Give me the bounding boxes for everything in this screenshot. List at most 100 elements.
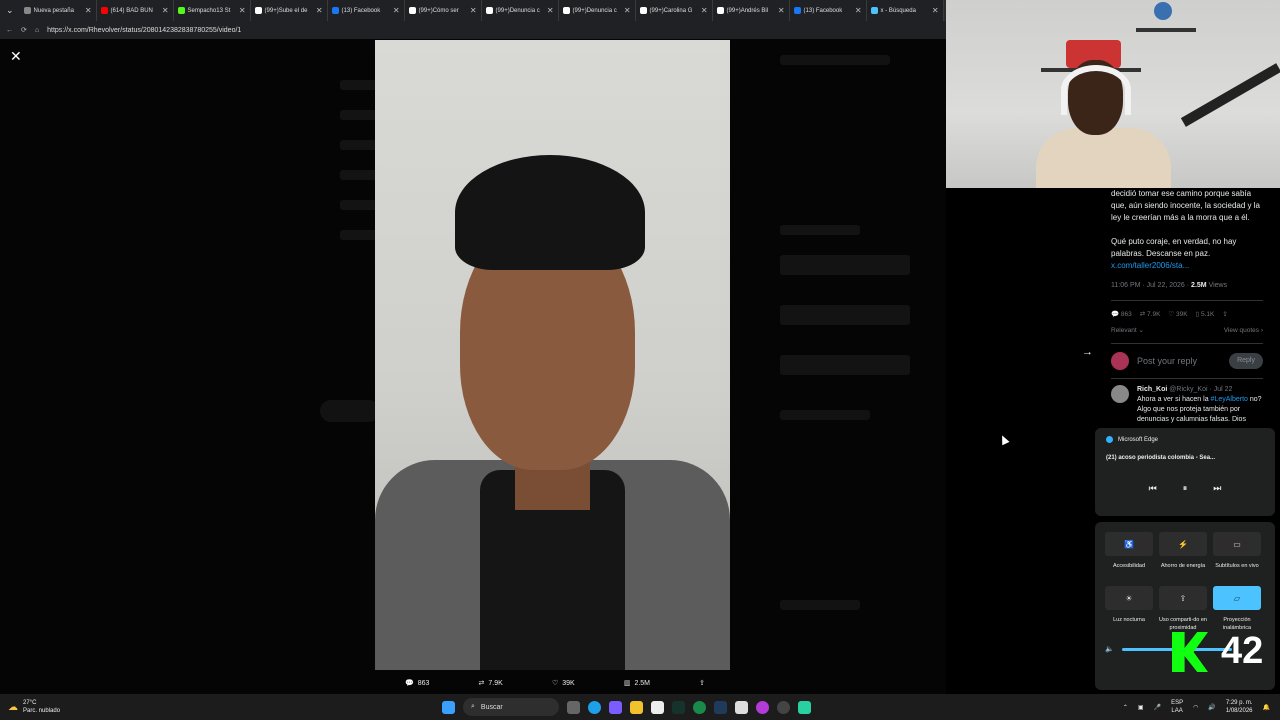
file-explorer-icon[interactable] <box>630 700 643 714</box>
reload-icon[interactable]: ⟳ <box>21 26 27 34</box>
quick-tile-captions[interactable]: ▭ <box>1213 532 1261 556</box>
quick-tile-energy-saver[interactable]: ⚡ <box>1159 532 1207 556</box>
quick-tile-accessibility[interactable]: ♿ <box>1105 532 1153 556</box>
quick-tile-label: Luz nocturna <box>1113 617 1145 623</box>
tab-label: Nueva pestaña <box>33 7 74 14</box>
tray-chevron-icon[interactable]: ⌃ <box>1123 704 1128 711</box>
tab-favicon-icon <box>254 7 262 14</box>
reply-hashtag[interactable]: #LeyAlberto <box>1211 396 1248 403</box>
browser-tab[interactable]: (99+)Denuncia c ✕ <box>559 0 636 21</box>
tab-label: (13) Facebook <box>803 7 843 14</box>
copilot-icon[interactable] <box>609 700 622 714</box>
windows-start-icon[interactable] <box>442 700 455 714</box>
browser-tab[interactable]: Sempacho13 St ✕ <box>174 0 251 21</box>
mouse-cursor <box>998 433 1010 446</box>
store-icon[interactable] <box>651 700 664 714</box>
tab-menu-icon[interactable]: ⌄ <box>0 5 20 16</box>
tab-close-icon[interactable]: ✕ <box>932 6 939 15</box>
tab-favicon-icon <box>639 7 647 14</box>
tab-close-icon[interactable]: ✕ <box>778 6 785 15</box>
previous-track-icon[interactable]: ⏮ <box>1149 483 1157 494</box>
language-indicator[interactable]: ESP LAA <box>1171 699 1183 715</box>
search-icon: ⌕ <box>471 703 475 710</box>
repost-action[interactable]: ⇄ 7.9K <box>479 679 503 688</box>
next-track-icon[interactable]: ⏭ <box>1213 483 1221 494</box>
tab-close-icon[interactable]: ✕ <box>624 6 631 15</box>
weather-desc: Parc. nublado <box>23 708 61 714</box>
tray-mic-icon[interactable]: 🎤 <box>1154 704 1161 711</box>
browser-tab[interactable]: (99+)Denuncia c ✕ <box>482 0 559 21</box>
browser-tab[interactable]: (99+)Cómo ser ✕ <box>405 0 482 21</box>
app-grid-icon[interactable] <box>735 700 748 714</box>
tab-close-icon[interactable]: ✕ <box>701 6 708 15</box>
speaker-icon[interactable]: 🔈 <box>1105 645 1114 653</box>
reply-input[interactable]: Post your reply <box>1137 355 1221 367</box>
tab-close-icon[interactable]: ✕ <box>162 6 169 15</box>
browser-tab[interactable]: (614) BAD BUN ✕ <box>97 0 174 21</box>
next-arrow-icon[interactable]: → <box>1082 346 1093 358</box>
site-info-icon[interactable]: ⌂ <box>35 27 39 34</box>
reply-button[interactable]: Reply <box>1229 353 1263 369</box>
browser-tab[interactable]: (13) Facebook ✕ <box>328 0 405 21</box>
tab-close-icon[interactable]: ✕ <box>393 6 400 15</box>
tab-label: (99+)Denuncia c <box>495 7 540 14</box>
url-text[interactable]: https://x.com/Rhevolver/status/208014238… <box>47 27 241 34</box>
tab-label: (99+)Cómo ser <box>418 7 459 14</box>
edge-taskbar-icon[interactable] <box>588 700 601 714</box>
tab-favicon-icon <box>485 7 493 14</box>
weather-icon[interactable]: ☁ <box>8 702 18 713</box>
xbox-icon[interactable] <box>693 700 706 714</box>
microphone-arm <box>1180 63 1280 127</box>
tweet-reply-button[interactable]: 💬 863 <box>1111 309 1132 321</box>
tab-close-icon[interactable]: ✕ <box>547 6 554 15</box>
quick-tile-nearby-share[interactable]: ⇪ <box>1159 586 1207 610</box>
tab-close-icon[interactable]: ✕ <box>85 6 92 15</box>
like-action[interactable]: ♡ 39K <box>552 679 575 688</box>
obs-icon[interactable] <box>798 700 811 714</box>
tweet-share-icon[interactable]: ⇪ <box>1222 309 1227 321</box>
browser-tab-bar: ⌄ Nueva pestaña ✕ (614) BAD BUN ✕ Sempacho13 … <box>0 0 1021 21</box>
close-icon[interactable]: ✕ <box>10 48 22 65</box>
cast-icon: ▱ <box>1233 593 1241 603</box>
quick-tile-cast[interactable]: ▱ <box>1213 586 1261 610</box>
browser-tab[interactable]: (99+)Andrés Bil ✕ <box>713 0 790 21</box>
reply-action[interactable]: 💬 863 <box>405 679 429 688</box>
tweet-repost-button[interactable]: ⇄ 7.9K <box>1140 309 1161 321</box>
browser-tab[interactable]: (13) Facebook ✕ <box>790 0 867 21</box>
video-player[interactable] <box>375 40 730 670</box>
view-quotes-link[interactable]: View quotes › <box>1224 325 1263 337</box>
pause-icon[interactable]: ⏸ <box>1183 483 1188 494</box>
taskbar-search[interactable]: ⌕ Buscar <box>463 698 559 716</box>
messenger-icon[interactable] <box>756 700 769 714</box>
browser-tab[interactable]: Nueva pestaña ✕ <box>20 0 97 21</box>
wifi-icon[interactable]: ◠ <box>1193 704 1198 711</box>
quick-tile-night-light[interactable]: ☀ <box>1105 586 1153 610</box>
tab-close-icon[interactable]: ✕ <box>239 6 246 15</box>
tweet-bookmark-button[interactable]: ▯ 5.1K <box>1196 309 1215 321</box>
clock[interactable]: 7:29 p. m. 1/08/2026 <box>1226 699 1253 715</box>
reply-icon: 💬 <box>405 680 414 687</box>
browser-tab[interactable]: x - Búsqueda ✕ <box>867 0 944 21</box>
browser-tab[interactable]: (99+)Sube el de ✕ <box>251 0 328 21</box>
reply-sort-dropdown[interactable]: Relevant ⌄ <box>1111 325 1144 337</box>
task-view-icon[interactable] <box>567 700 580 714</box>
weather-temp: 27°C <box>23 700 37 706</box>
tab-close-icon[interactable]: ✕ <box>470 6 477 15</box>
share-icon[interactable]: ⇪ <box>699 679 705 687</box>
tab-close-icon[interactable]: ✕ <box>316 6 323 15</box>
volume-icon[interactable]: 🔊 <box>1208 704 1215 711</box>
tweet-time: 11:06 PM · Jul 22, 2026 · <box>1111 282 1190 289</box>
address-bar[interactable]: ← ⟳ ⌂ https://x.com/Rhevolver/status/208… <box>0 21 946 39</box>
tweet-link[interactable]: x.com/taller2006/sta... <box>1111 260 1263 272</box>
browser-tab[interactable]: (99+)Carolina G ✕ <box>636 0 713 21</box>
app-a-icon[interactable] <box>672 700 685 714</box>
chatgpt-icon[interactable] <box>777 700 790 714</box>
views-action[interactable]: ▥ 2.5M <box>624 679 650 688</box>
back-icon[interactable]: ← <box>6 27 13 34</box>
notification-icon[interactable]: 🔔 <box>1263 704 1270 711</box>
tab-close-icon[interactable]: ✕ <box>855 6 862 15</box>
tray-network-icon[interactable]: ▣ <box>1138 704 1144 711</box>
steam-icon[interactable] <box>714 700 727 714</box>
reply-author-name[interactable]: Rich_Koi <box>1137 386 1167 393</box>
tweet-like-button[interactable]: ♡ 39K <box>1168 309 1187 321</box>
